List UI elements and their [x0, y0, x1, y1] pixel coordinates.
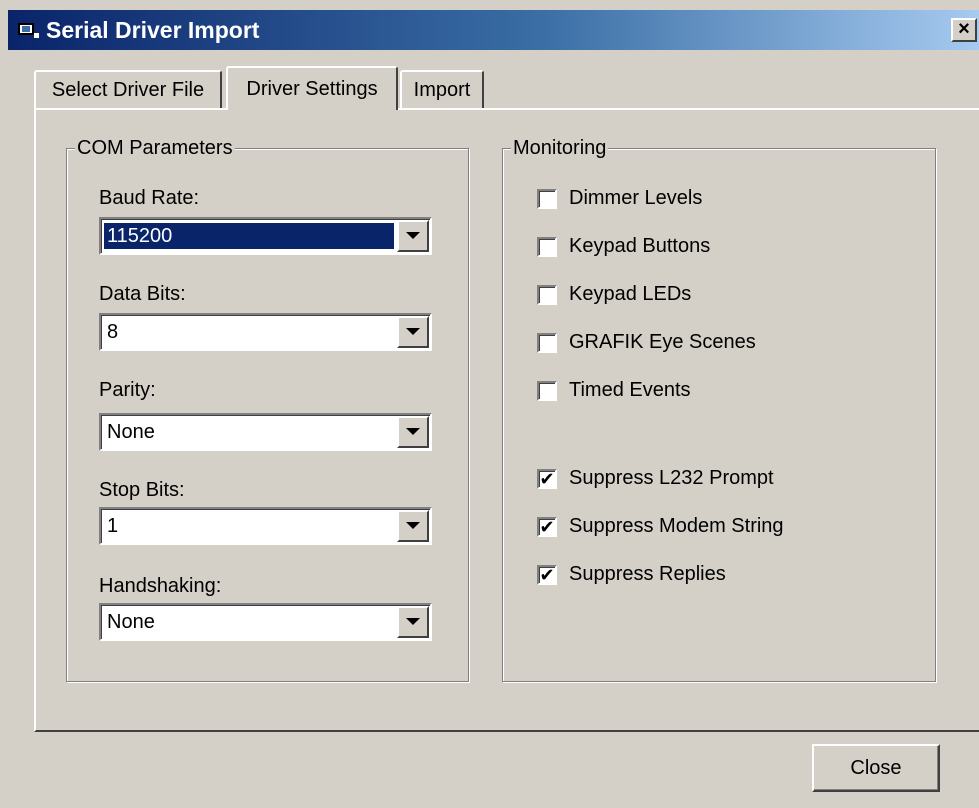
- timed-events-label: Timed Events: [569, 379, 691, 401]
- suppress-modem-string-checkbox[interactable]: ✔ Suppress Modem String: [537, 515, 784, 538]
- keypad-leds-label: Keypad LEDs: [569, 283, 692, 305]
- keypad-leds-checkbox[interactable]: Keypad LEDs: [537, 283, 691, 306]
- title-bar: Serial Driver Import ×: [8, 10, 979, 50]
- data-bits-value: 8: [107, 321, 119, 343]
- suppress-replies-label: Suppress Replies: [569, 563, 726, 585]
- com-parameters-group: COM Parameters Baud Rate: 115200 Data Bi…: [66, 135, 469, 682]
- keypad-buttons-label: Keypad Buttons: [569, 235, 711, 257]
- check-icon[interactable]: ✔: [537, 468, 557, 489]
- data-bits-select[interactable]: 8: [99, 313, 432, 351]
- baud-rate-select[interactable]: 115200: [99, 217, 432, 255]
- window-title: Serial Driver Import: [46, 16, 260, 43]
- handshaking-select[interactable]: None: [99, 603, 432, 641]
- chevron-down-icon[interactable]: [397, 416, 429, 448]
- timed-events-checkbox[interactable]: Timed Events: [537, 379, 691, 402]
- stop-bits-value: 1: [107, 515, 119, 537]
- grafik-eye-scenes-checkbox[interactable]: GRAFIK Eye Scenes: [537, 331, 756, 354]
- checkbox-box[interactable]: [537, 236, 557, 257]
- chevron-down-icon[interactable]: [397, 510, 429, 542]
- stop-bits-label: Stop Bits:: [99, 479, 185, 501]
- dimmer-levels-checkbox[interactable]: Dimmer Levels: [537, 187, 702, 210]
- keypad-buttons-checkbox[interactable]: Keypad Buttons: [537, 235, 710, 258]
- check-icon[interactable]: ✔: [537, 564, 557, 585]
- dimmer-levels-label: Dimmer Levels: [569, 187, 703, 209]
- driver-settings-panel: COM Parameters Baud Rate: 115200 Data Bi…: [34, 108, 979, 732]
- parity-value: None: [107, 421, 155, 443]
- suppress-l232-prompt-checkbox[interactable]: ✔ Suppress L232 Prompt: [537, 467, 774, 490]
- handshaking-value: None: [107, 611, 155, 633]
- parity-select[interactable]: None: [99, 413, 432, 451]
- parity-label: Parity:: [99, 379, 156, 401]
- monitoring-group: Monitoring Dimmer Levels Keypad Buttons …: [502, 135, 936, 682]
- baud-rate-label: Baud Rate:: [99, 187, 200, 209]
- close-icon[interactable]: ×: [951, 18, 977, 42]
- close-button[interactable]: Close: [812, 744, 940, 792]
- com-parameters-legend: COM Parameters: [75, 135, 235, 161]
- check-icon[interactable]: ✔: [537, 516, 557, 537]
- baud-rate-value: 115200: [103, 222, 395, 250]
- checkbox-box[interactable]: [537, 332, 557, 353]
- stop-bits-select[interactable]: 1: [99, 507, 432, 545]
- monitoring-legend: Monitoring: [511, 135, 609, 161]
- checkbox-box[interactable]: [537, 380, 557, 401]
- handshaking-label: Handshaking:: [99, 575, 222, 597]
- chevron-down-icon[interactable]: [397, 220, 429, 252]
- data-bits-label: Data Bits:: [99, 283, 186, 305]
- suppress-replies-checkbox[interactable]: ✔ Suppress Replies: [537, 563, 726, 586]
- tab-import[interactable]: Import: [400, 70, 484, 108]
- checkbox-box[interactable]: [537, 188, 557, 209]
- chevron-down-icon[interactable]: [397, 316, 429, 348]
- serial-driver-import-dialog: Serial Driver Import × Select Driver Fil…: [0, 0, 979, 808]
- suppress-l232-prompt-label: Suppress L232 Prompt: [569, 467, 774, 489]
- grafik-eye-scenes-label: GRAFIK Eye Scenes: [569, 331, 756, 353]
- chevron-down-icon[interactable]: [397, 606, 429, 638]
- serial-driver-icon: [18, 21, 40, 39]
- checkbox-box[interactable]: [537, 284, 557, 305]
- tab-driver-settings[interactable]: Driver Settings: [226, 66, 398, 110]
- tab-select-driver-file[interactable]: Select Driver File: [34, 70, 222, 108]
- suppress-modem-string-label: Suppress Modem String: [569, 515, 784, 537]
